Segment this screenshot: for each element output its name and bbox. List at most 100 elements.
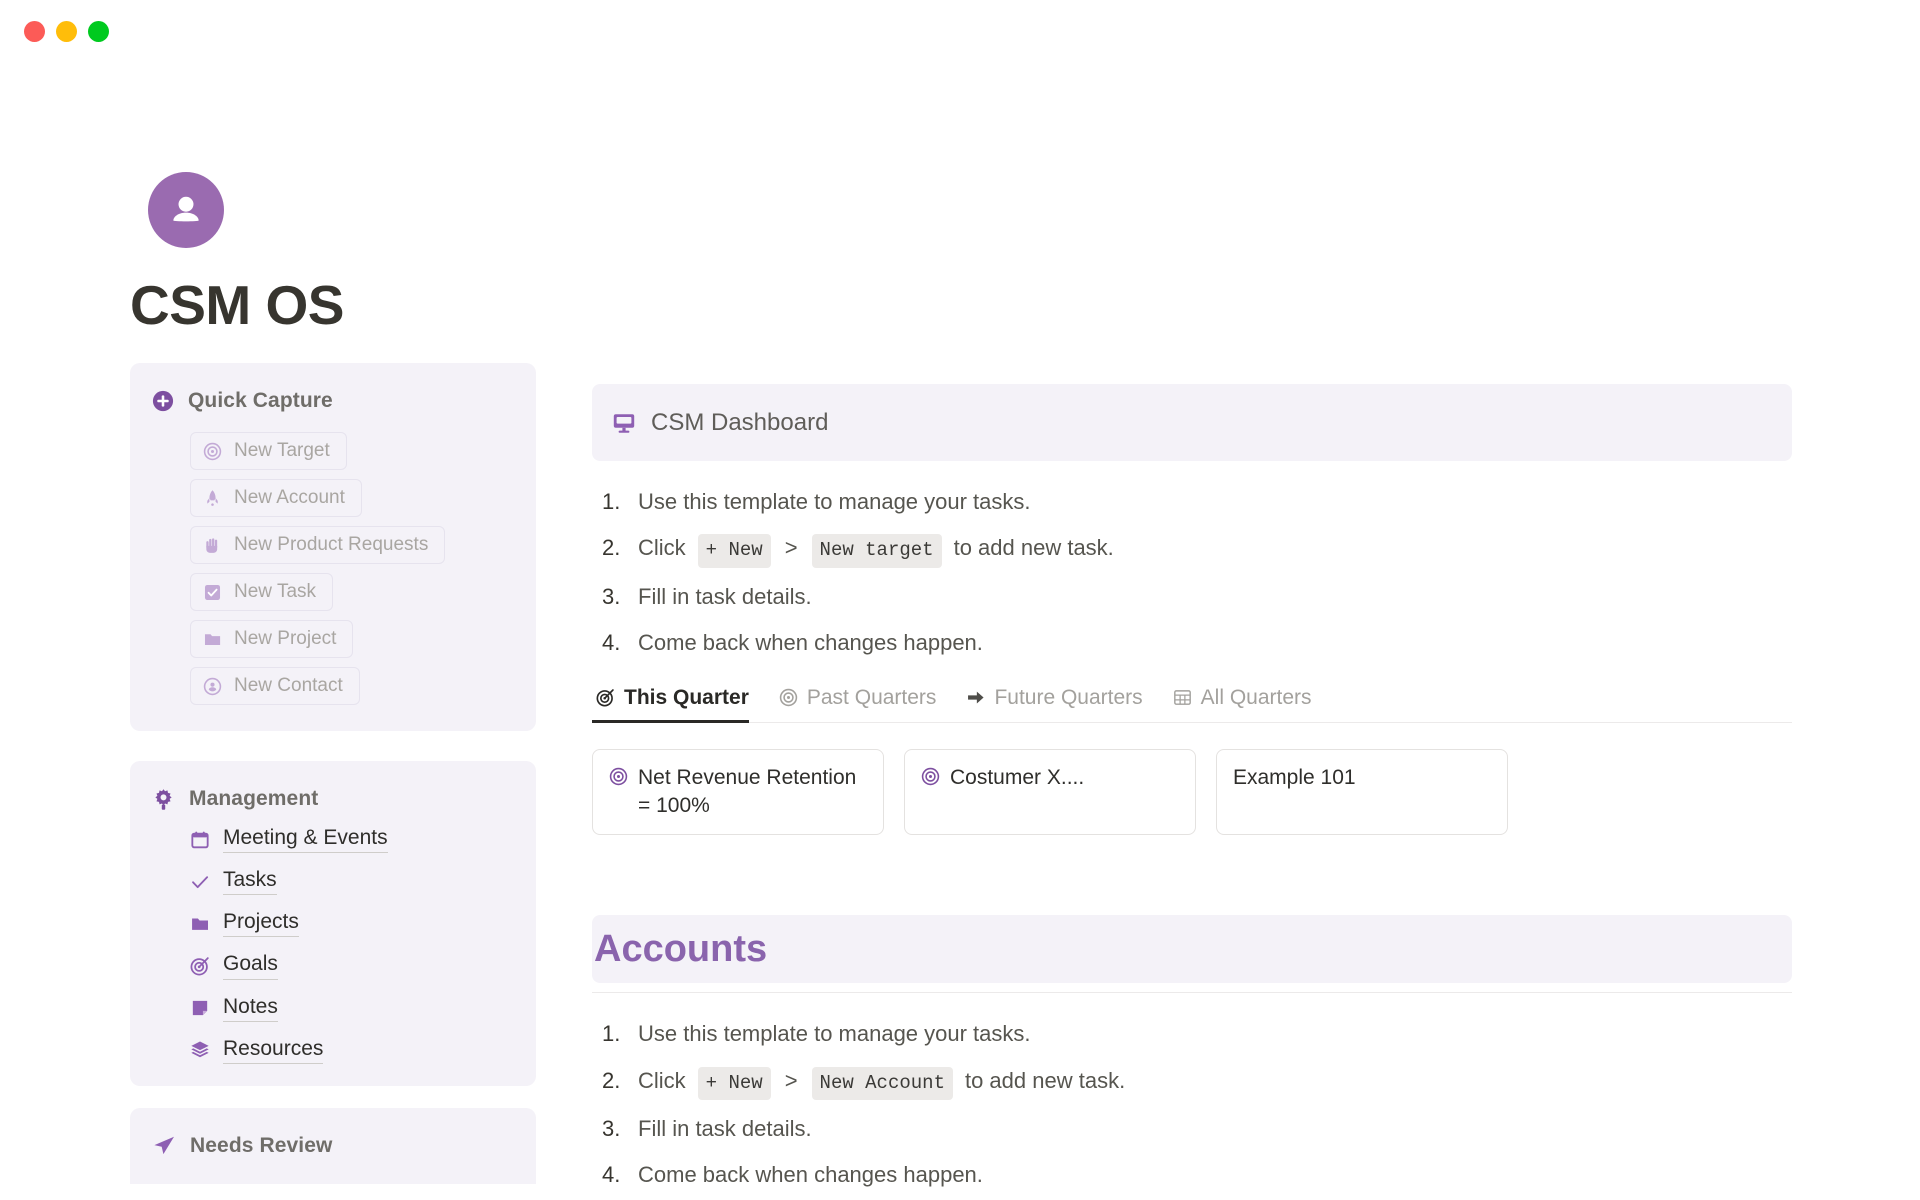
tab-future-quarters[interactable]: Future Quarters: [952, 686, 1158, 722]
quick-capture-new-contact[interactable]: New Contact: [190, 667, 360, 705]
quick-capture-new-product-requests[interactable]: New Product Requests: [190, 526, 446, 564]
step-text: Use this template to manage your tasks.: [638, 1021, 1031, 1047]
management-list: Meeting & Events Tasks Projects Goals No…: [130, 826, 536, 1064]
tab-label: This Quarter: [624, 685, 749, 709]
dashboard-title: CSM Dashboard: [651, 408, 829, 436]
tab-all-quarters[interactable]: All Quarters: [1159, 686, 1328, 722]
window-zoom-button[interactable]: [88, 20, 109, 42]
check-icon: [190, 872, 210, 892]
step-number: 4.: [602, 629, 621, 655]
step-text: Use this template to manage your tasks.: [638, 489, 1031, 514]
dashboard-steps: 1. Use this template to manage your task…: [592, 479, 1792, 666]
list-item: 4. Come back when changes happen.: [592, 1152, 1792, 1198]
sidebar-item-notes[interactable]: Notes: [190, 995, 536, 1022]
step-text: Come back when changes happen.: [638, 1162, 983, 1188]
step-separator: >: [784, 1067, 798, 1093]
step-text: Come back when changes happen.: [638, 629, 983, 655]
new-button-code[interactable]: + New: [697, 1066, 771, 1100]
management-title: Management: [189, 787, 319, 810]
page-title: CSM OS: [130, 274, 344, 336]
note-icon: [190, 998, 210, 1018]
user-avatar-icon: [173, 196, 199, 222]
sidebar: CSM OS Quick Capture New Target New Acco…: [130, 172, 536, 1184]
quick-capture-new-project[interactable]: New Project: [190, 620, 354, 658]
step-text-tail: to add new task.: [964, 1067, 1126, 1093]
step-text: Click: [638, 1067, 686, 1093]
new-button-code[interactable]: + New: [697, 534, 771, 568]
step-number: 1.: [602, 1021, 621, 1047]
target-icon: [921, 764, 940, 786]
window-minimize-button[interactable]: [56, 20, 77, 42]
quick-capture-new-account[interactable]: New Account: [190, 479, 362, 517]
list-item: 1. Use this template to manage your task…: [592, 479, 1792, 525]
table-icon: [1173, 688, 1192, 707]
arrow-right-icon: [966, 688, 985, 707]
list-item: 2. Click + New > New Account to add new …: [592, 1058, 1792, 1106]
step-text: Fill in task details.: [638, 1115, 812, 1141]
step-number: 3.: [602, 1115, 621, 1141]
quick-capture-label: New Product Requests: [234, 534, 429, 555]
plus-circle-icon: [152, 390, 174, 412]
needs-review-header[interactable]: Needs Review: [130, 1134, 536, 1158]
step-number: 2.: [602, 535, 621, 561]
contact-icon: [203, 677, 222, 696]
window-close-button[interactable]: [24, 20, 45, 42]
tab-label: Past Quarters: [806, 685, 937, 709]
card-net-revenue-retention[interactable]: Net Revenue Retention = 100%: [592, 748, 884, 836]
sidebar-item-label: Tasks: [223, 868, 277, 896]
sidebar-item-label: Notes: [223, 995, 278, 1022]
avatar[interactable]: [148, 172, 224, 248]
target-icon: [779, 688, 798, 707]
list-item: 3. Fill in task details.: [592, 1106, 1792, 1152]
quick-capture-label: New Project: [234, 628, 337, 649]
quick-capture-list: New Target New Account New Product Reque…: [130, 423, 536, 705]
quick-capture-new-task[interactable]: New Task: [190, 573, 334, 611]
quick-capture-label: New Account: [234, 487, 345, 508]
folder-icon: [203, 630, 222, 649]
sidebar-item-meeting-events[interactable]: Meeting & Events: [190, 826, 536, 854]
accounts-section-header: Accounts: [592, 915, 1792, 984]
sidebar-item-label: Resources: [223, 1037, 324, 1064]
new-account-code[interactable]: New Account: [811, 1066, 953, 1100]
accounts-title: Accounts: [594, 927, 768, 970]
quarter-cards: Net Revenue Retention = 100% Costumer X.…: [592, 748, 1792, 836]
management-header: Management: [130, 787, 536, 811]
rocket-icon: [203, 489, 222, 508]
card-title: Costumer X....: [950, 765, 1085, 789]
sidebar-item-projects[interactable]: Projects: [190, 910, 536, 938]
tab-label: All Quarters: [1200, 685, 1312, 709]
management-panel: Management Meeting & Events Tasks Projec…: [130, 761, 536, 1086]
paper-plane-icon: [152, 1134, 176, 1158]
sidebar-item-goals[interactable]: Goals: [190, 952, 536, 980]
tab-this-quarter[interactable]: This Quarter: [592, 685, 765, 723]
quarter-tabs: This Quarter Past Quarters Future Quarte…: [592, 686, 1792, 723]
list-item: 1. Use this template to manage your task…: [592, 1011, 1792, 1057]
goal-target-icon: [596, 688, 615, 707]
raised-hand-icon: [203, 536, 222, 555]
card-costumer-x[interactable]: Costumer X....: [904, 748, 1196, 836]
sidebar-item-label: Projects: [223, 910, 299, 938]
quick-capture-label: New Contact: [234, 675, 343, 696]
folder-icon: [190, 914, 210, 934]
tab-past-quarters[interactable]: Past Quarters: [765, 686, 953, 722]
step-number: 3.: [602, 583, 621, 609]
accounts-divider: [592, 992, 1792, 994]
goal-target-icon: [190, 956, 210, 976]
target-icon: [203, 442, 222, 461]
list-item: 4. Come back when changes happen.: [592, 620, 1792, 666]
step-text: Fill in task details.: [638, 583, 812, 609]
calendar-icon: [190, 830, 210, 850]
step-separator: >: [784, 535, 798, 561]
sidebar-item-tasks[interactable]: Tasks: [190, 868, 536, 896]
quick-capture-title: Quick Capture: [188, 389, 333, 412]
window-titlebar: [0, 0, 1920, 62]
card-example-101[interactable]: Example 101: [1216, 748, 1508, 836]
quick-capture-new-target[interactable]: New Target: [190, 432, 347, 470]
list-item: 3. Fill in task details.: [592, 574, 1792, 620]
sidebar-item-resources[interactable]: Resources: [190, 1037, 536, 1064]
quick-capture-panel: Quick Capture New Target New Account New…: [130, 363, 536, 731]
new-target-code[interactable]: New target: [811, 534, 942, 568]
quick-capture-header: Quick Capture: [130, 389, 536, 413]
target-icon: [609, 764, 628, 786]
